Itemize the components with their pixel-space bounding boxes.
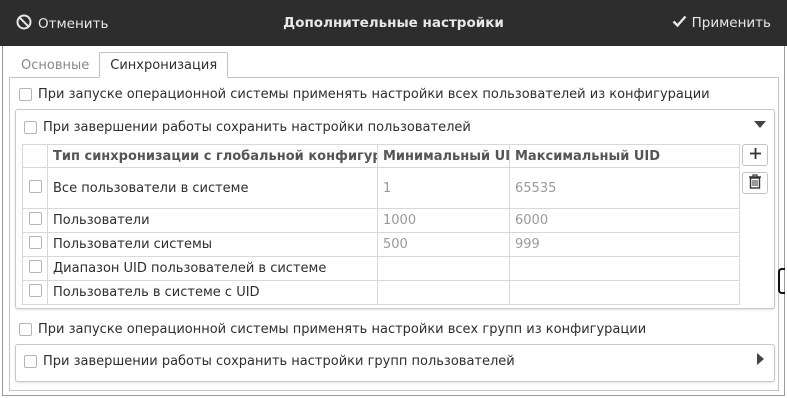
table-header-row: Тип синхронизации с глобальной конфигура… [22, 144, 740, 168]
resize-handle[interactable] [778, 268, 785, 294]
row-max-uid[interactable]: 999 [509, 232, 740, 257]
row-type: Пользователи системы [47, 232, 378, 257]
checkmark-icon [672, 14, 687, 32]
row-max-uid[interactable] [509, 256, 740, 281]
sync-panel: При запуске операционной системы применя… [9, 77, 779, 391]
row-min-uid[interactable] [377, 280, 510, 305]
row-checkbox-cell [22, 208, 48, 233]
plus-icon [749, 147, 762, 164]
save-users-label: При завершении работы сохранить настройк… [43, 120, 471, 135]
row-checkbox-cell [22, 232, 48, 257]
triangle-down-icon[interactable] [754, 121, 766, 128]
apply-label: Применить [691, 15, 771, 31]
apply-users-option[interactable]: При запуске операционной системы применя… [19, 87, 710, 102]
row-checkbox-cell [22, 280, 48, 305]
dialog-body: Основные Синхронизация При запуске опера… [2, 46, 785, 396]
table-row[interactable]: Пользователи 1000 6000 [22, 208, 740, 233]
row-min-uid[interactable]: 1000 [377, 208, 510, 233]
tab-general[interactable]: Основные [11, 54, 99, 78]
row-checkbox[interactable] [28, 212, 42, 225]
save-users-group: При завершении работы сохранить настройк… [15, 109, 775, 309]
save-groups-label: При завершении работы сохранить настройк… [43, 354, 515, 369]
add-row-button[interactable] [742, 144, 768, 166]
column-header-min-uid[interactable]: Минимальный UID [377, 144, 510, 168]
table-row[interactable]: Диапазон UID пользователей в системе [22, 256, 740, 281]
save-users-option[interactable]: При завершении работы сохранить настройк… [24, 120, 471, 135]
row-checkbox-cell [22, 167, 48, 209]
tab-sync[interactable]: Синхронизация [99, 52, 229, 78]
row-max-uid[interactable]: 6000 [509, 208, 740, 233]
apply-groups-option[interactable]: При запуске операционной системы применя… [19, 322, 646, 337]
row-min-uid[interactable]: 500 [377, 232, 510, 257]
column-header-type[interactable]: Тип синхронизации с глобальной конфигура… [47, 144, 378, 168]
trash-icon [748, 173, 762, 193]
save-groups-group: При завершении работы сохранить настройк… [15, 344, 775, 382]
apply-users-label: При запуске операционной системы применя… [38, 87, 710, 102]
row-checkbox[interactable] [28, 260, 42, 273]
row-type: Пользователь в системе с UID [47, 280, 378, 305]
apply-groups-checkbox[interactable] [19, 323, 32, 336]
triangle-right-icon[interactable] [757, 353, 764, 365]
save-users-checkbox[interactable] [24, 121, 37, 134]
table-row[interactable]: Пользователи системы 500 999 [22, 232, 740, 257]
row-min-uid[interactable] [377, 256, 510, 281]
column-header-max-uid[interactable]: Максимальный UID [509, 144, 740, 168]
apply-users-checkbox[interactable] [19, 88, 32, 101]
table-row[interactable]: Все пользователи в системе 1 65535 [22, 167, 740, 209]
apply-button[interactable]: Применить [672, 14, 771, 32]
row-checkbox[interactable] [28, 179, 42, 193]
title-bar: Отменить Дополнительные настройки Примен… [0, 0, 787, 46]
row-checkbox-cell [22, 256, 48, 281]
sync-table: Тип синхронизации с глобальной конфигура… [22, 144, 740, 305]
row-type: Пользователи [47, 208, 378, 233]
row-checkbox[interactable] [28, 284, 42, 297]
table-row[interactable]: Пользователь в системе с UID [22, 280, 740, 305]
save-groups-option[interactable]: При завершении работы сохранить настройк… [24, 354, 515, 369]
row-checkbox[interactable] [28, 236, 42, 249]
row-max-uid[interactable]: 65535 [509, 167, 740, 209]
tab-bar: Основные Синхронизация [11, 52, 229, 78]
row-type: Диапазон UID пользователей в системе [47, 256, 378, 281]
header-checkbox-col [22, 144, 48, 168]
delete-row-button[interactable] [742, 172, 768, 194]
apply-groups-label: При запуске операционной системы применя… [38, 322, 647, 337]
save-groups-checkbox[interactable] [24, 355, 37, 368]
row-min-uid[interactable]: 1 [377, 167, 510, 209]
row-type: Все пользователи в системе [47, 167, 378, 209]
dialog-title: Дополнительные настройки [283, 15, 504, 31]
row-max-uid[interactable] [509, 280, 740, 305]
